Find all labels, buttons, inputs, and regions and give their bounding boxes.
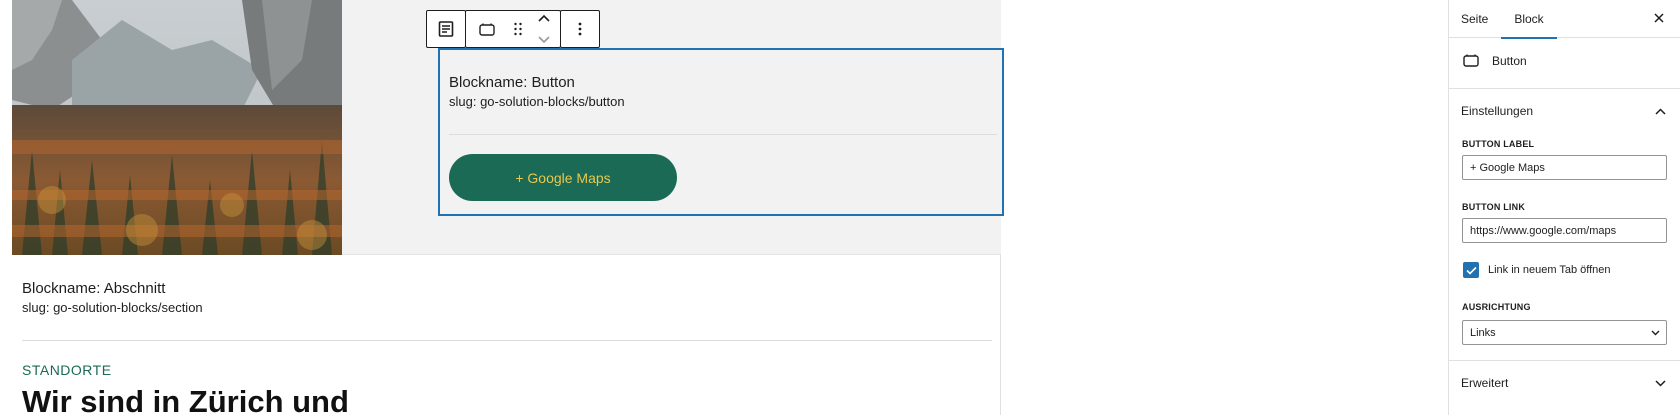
button-block-icon[interactable]: [468, 11, 506, 47]
block-mover: [530, 11, 558, 47]
new-tab-checkbox[interactable]: [1463, 262, 1479, 278]
settings-sidebar: Seite Block Button Einstellungen BUTTON …: [1448, 0, 1680, 415]
paragraph-block-icon[interactable]: [427, 11, 465, 47]
settings-panel-toggle[interactable]: Einstellungen: [1449, 89, 1680, 133]
section-block-meta: Blockname: Abschnitt slug: go-solution-b…: [22, 280, 203, 315]
drag-handle-icon[interactable]: [506, 11, 530, 47]
more-vertical-icon[interactable]: [561, 11, 599, 47]
forest-valley-image[interactable]: [12, 0, 342, 255]
block-card: Button: [1449, 38, 1680, 89]
section-heading[interactable]: Wir sind in Zürich und: [22, 384, 349, 415]
settings-panel: Einstellungen BUTTON LABEL + Google Maps…: [1449, 89, 1680, 361]
block-name-label: Blockname: Button: [449, 74, 575, 91]
editor-canvas: Blockname: Button slug: go-solution-bloc…: [0, 0, 1004, 415]
sidebar-tabs: Seite Block: [1449, 0, 1680, 39]
button-link-field-label: BUTTON LINK: [1462, 202, 1526, 212]
alignment-select-value: Links: [1470, 326, 1496, 339]
section-block-name: Blockname: Abschnitt: [22, 280, 166, 297]
button-block-icon: [1463, 53, 1479, 72]
chevron-down-icon[interactable]: [538, 31, 550, 49]
new-tab-checkbox-label[interactable]: Link in neuem Tab öffnen: [1488, 264, 1611, 276]
advanced-panel-toggle[interactable]: Erweitert: [1449, 361, 1680, 405]
button-label-field-label: BUTTON LABEL: [1462, 139, 1535, 149]
section-divider: [22, 340, 992, 341]
advanced-panel: Erweitert: [1449, 361, 1680, 405]
chevron-up-icon: [1653, 104, 1667, 118]
block-slug-label: slug: go-solution-blocks/button: [449, 94, 625, 109]
section-block-slug: slug: go-solution-blocks/section: [22, 300, 203, 315]
chevron-up-icon[interactable]: [538, 9, 550, 27]
block-meta: Blockname: Button slug: go-solution-bloc…: [449, 74, 625, 109]
button-link-input[interactable]: https://www.google.com/maps: [1462, 218, 1667, 243]
button-block-selected[interactable]: Blockname: Button slug: go-solution-bloc…: [438, 48, 1004, 216]
toolbar-parent-group: [426, 10, 466, 48]
tab-block[interactable]: Block: [1501, 0, 1557, 39]
tab-seite[interactable]: Seite: [1461, 0, 1488, 38]
alignment-field-label: AUSRICHTUNG: [1462, 302, 1531, 312]
alignment-select[interactable]: Links: [1462, 320, 1667, 345]
toolbar-options-group: [560, 10, 600, 48]
chevron-down-icon: [1653, 376, 1667, 390]
block-card-title: Button: [1492, 54, 1527, 68]
advanced-panel-title: Erweitert: [1461, 376, 1509, 390]
block-toolbar: [426, 10, 600, 48]
section-eyebrow[interactable]: STANDORTE: [22, 362, 112, 378]
block-divider: [449, 134, 997, 135]
close-icon[interactable]: [1649, 8, 1669, 28]
settings-panel-title: Einstellungen: [1461, 104, 1534, 118]
chevron-down-icon: [1651, 327, 1660, 339]
toolbar-block-group: [465, 10, 561, 48]
button-label-input[interactable]: + Google Maps: [1462, 155, 1667, 180]
google-maps-button[interactable]: + Google Maps: [449, 154, 677, 201]
